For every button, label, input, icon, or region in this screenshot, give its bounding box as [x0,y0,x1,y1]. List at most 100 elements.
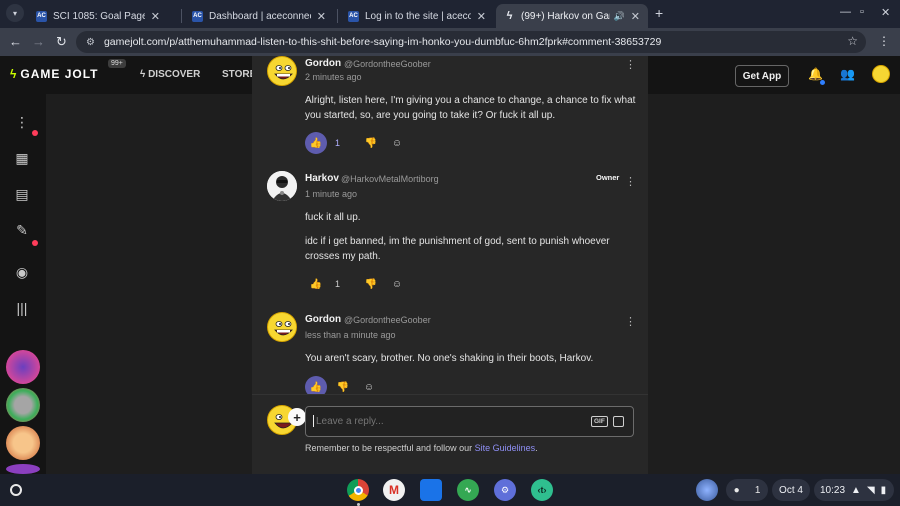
tab-title: (99+) Harkov on Game Jolt [521,10,610,22]
add-attachment-button[interactable]: + [288,408,306,426]
signal-icon: ▲ [851,484,861,496]
site-guidelines-link[interactable]: Site Guidelines [475,443,536,453]
comment-body-line: idc if i get banned, im the punishment o… [305,236,610,262]
commenter-name[interactable]: Gordon [305,58,341,69]
kebab-menu-icon[interactable]: ⋮ [625,175,636,188]
awesome-face-icon [269,314,296,341]
reload-icon[interactable]: ↻ [56,34,67,50]
bookmark-star-icon[interactable]: ☆ [847,34,858,48]
commenter-avatar[interactable] [267,171,297,201]
forward-arrow-icon[interactable]: → [32,34,45,50]
comment-timestamp[interactable]: 2 minutes ago [305,72,362,82]
add-reaction-icon[interactable]: ☺ [387,138,407,149]
like-button[interactable]: 👍 [305,273,327,295]
date-tray[interactable]: Oct 4 [772,479,810,501]
comment-actions: 👍 1 👎 ☺ [305,273,407,295]
friends-icon[interactable]: 👥 [840,67,855,81]
back-arrow-icon[interactable]: ← [9,34,22,50]
thumbs-down-icon[interactable]: 👎 [333,382,353,393]
thumbs-down-icon[interactable]: 👎 [361,279,381,290]
maximize-icon[interactable]: ▫ [860,6,864,18]
quests-icon[interactable]: ✎ [8,216,36,244]
community-avatar[interactable] [6,426,40,460]
close-icon[interactable]: ✕ [317,10,326,23]
terminal-icon[interactable]: ‹t› [531,479,553,501]
close-icon[interactable]: ✕ [477,10,486,23]
site-settings-icon[interactable]: ⚙ [86,37,95,48]
commenter-name[interactable]: Gordon [305,314,341,325]
add-reaction-icon[interactable]: ☺ [387,279,407,290]
comment-timestamp[interactable]: 1 minute ago [305,189,357,199]
commenter-handle[interactable]: @GordontheeGoober [344,315,431,325]
chat-icon[interactable]: ◉ [8,258,36,286]
community-avatar[interactable] [6,464,40,474]
kebab-menu-icon[interactable]: ⋮ [625,315,636,328]
bell-icon[interactable]: 🔔 [808,67,823,81]
launcher-icon[interactable] [6,480,26,500]
commenter-handle[interactable]: @GordontheeGoober [344,59,431,69]
kebab-menu-icon[interactable]: ⋮ [625,58,636,71]
add-reaction-icon[interactable]: ☺ [359,382,379,393]
commenter-avatar[interactable] [267,312,297,342]
address-bar[interactable]: ⚙ gamejolt.com/p/atthemuhammad-listen-to… [76,31,866,53]
tab-sci1085[interactable]: AC SCI 1085: Goal Page | aceconn ✕ [28,4,168,28]
phone-hub-icon[interactable] [696,479,718,501]
backpack-icon[interactable]: ▤ [8,180,36,208]
nav-discover-label: DISCOVER [148,69,201,80]
minimize-icon[interactable]: — [840,6,851,18]
commenter-handle[interactable]: @HarkovMetalMortiborg [341,174,439,184]
url-text[interactable]: gamejolt.com/p/atthemuhammad-listen-to-t… [104,36,661,48]
tab-gamejolt-harkov[interactable]: ϟ (99+) Harkov on Game Jolt 🔊 ✕ [496,4,648,28]
reply-input[interactable] [305,406,634,437]
speaker-icon[interactable]: 🔊 [614,11,625,22]
thumbs-up-icon: 👍 [309,278,323,290]
get-app-button[interactable]: Get App [735,65,789,87]
guidelines-prefix: Remember to be respectful and follow our [305,443,475,453]
like-count[interactable]: 1 [335,138,355,148]
gmail-icon[interactable]: M [383,479,405,501]
commenter-name[interactable]: Harkov [305,173,339,184]
like-button[interactable]: 👍 [305,132,327,154]
close-window-icon[interactable]: ✕ [881,6,890,19]
activity-chart-icon[interactable]: ∿ [457,479,479,501]
do-not-disturb-icon: ● [733,484,740,496]
thumbs-up-icon: 👍 [309,381,323,393]
sticker-icon[interactable] [613,416,624,427]
tab-login[interactable]: AC Log in to the site | aceconnect ✕ [340,4,494,28]
comment-timestamp[interactable]: less than a minute ago [305,330,396,340]
logo-text: GAME JOLT [20,67,99,81]
guidelines-note: Remember to be respectful and follow our… [305,443,538,453]
nav-discover[interactable]: ϟ DISCOVER [140,69,200,80]
library-icon[interactable]: ||| [8,294,36,322]
gamejolt-logo[interactable]: ϟ GAME JOLT [10,67,98,81]
comment-body: You aren't scary, brother. No one's shak… [305,353,594,364]
community-avatar[interactable] [6,388,40,422]
text-caret [313,415,314,427]
close-icon[interactable]: ✕ [631,10,640,23]
files-icon[interactable] [420,479,442,501]
guidelines-suffix: . [535,443,538,453]
like-count[interactable]: 1 [335,279,355,289]
gif-button[interactable]: GIF [591,416,608,427]
settings-gear-icon[interactable]: ⚙ [494,479,516,501]
browser-menu-icon[interactable]: ⋮ [878,34,890,48]
close-icon[interactable]: ✕ [151,10,160,23]
bolt-icon: ϟ [10,67,18,81]
user-avatar[interactable] [872,65,890,83]
new-tab-button[interactable]: + [655,5,663,21]
owner-tag: Owner [596,173,620,182]
store-icon[interactable]: ▦ [8,144,36,172]
chrome-icon[interactable] [347,479,369,501]
notification-tray[interactable]: ● 1 [726,479,768,501]
chevron-down-icon: ▾ [12,8,17,18]
commenter-avatar[interactable] [267,56,297,86]
unread-dot [820,80,825,85]
thumbs-down-icon[interactable]: 👎 [361,138,381,149]
aceconnect-favicon-icon: AC [36,10,47,22]
tab-title: Log in to the site | aceconnect [365,10,471,22]
tab-dashboard[interactable]: AC Dashboard | aceconnect ✕ [184,4,334,28]
community-avatar[interactable] [6,350,40,384]
tab-search-button[interactable]: ▾ [6,4,24,22]
status-tray[interactable]: 10:23 ▲ ◥ ▮ [814,479,894,501]
browser-toolbar: ← → ↻ ⚙ gamejolt.com/p/atthemuhammad-lis… [0,28,900,56]
